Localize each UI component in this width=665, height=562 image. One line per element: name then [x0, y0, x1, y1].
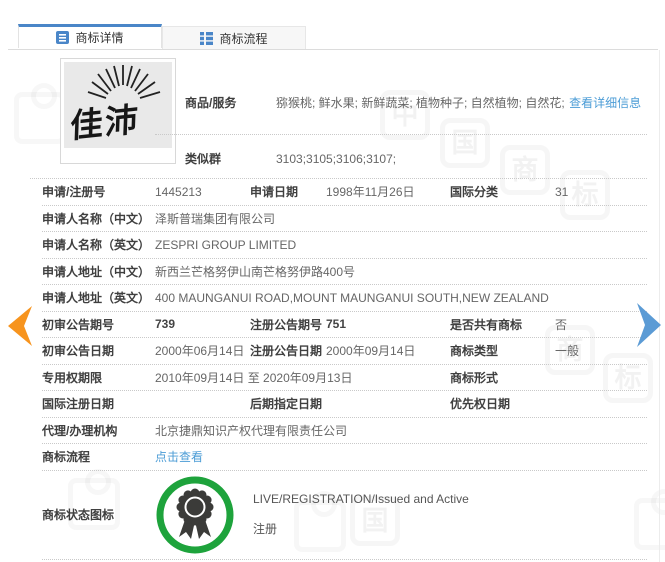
table-row: 初审公告日期 2000年06月14日 注册公告日期 2000年09月14日 商标… [42, 338, 647, 365]
field-value: 751 [326, 317, 347, 332]
field-label: 申请人地址（英文） [42, 291, 151, 306]
field-value: 一般 [555, 344, 580, 359]
similar-group-value: 3103;3105;3106;3107; [276, 152, 397, 166]
field-label: 后期指定日期 [250, 397, 323, 412]
field-label: 注册公告期号 [250, 317, 323, 332]
field-label: 国际注册日期 [42, 397, 115, 412]
tab-label: 商标详情 [75, 31, 124, 45]
trademark-logo-text: 佳沛 [69, 99, 141, 146]
field-value: 1445213 [155, 184, 202, 199]
view-details-link[interactable]: 查看详细信息 [569, 96, 641, 110]
field-label: 优先权日期 [450, 397, 511, 412]
dotted-divider [155, 134, 647, 135]
field-value: 2000年09月14日 [326, 344, 416, 359]
previous-arrow-button[interactable] [5, 305, 33, 347]
field-value: 否 [555, 317, 568, 332]
field-label: 代理/办理机构 [42, 423, 118, 438]
status-line1: LIVE/REGISTRATION/Issued and Active [253, 492, 469, 506]
table-row: 申请人地址（英文） 400 MAUNGANUI ROAD,MOUNT MAUNG… [42, 285, 647, 312]
status-text: LIVE/REGISTRATION/Issued and Active 注册 [253, 492, 469, 537]
field-value: 739 [155, 317, 176, 332]
trademark-image: 佳沛 [60, 58, 176, 164]
table-row: 初审公告期号 739 注册公告期号 751 是否共有商标 否 [42, 312, 647, 338]
field-label: 国际分类 [450, 185, 499, 200]
field-label: 商标流程 [42, 450, 91, 465]
document-icon [56, 31, 70, 44]
field-value: ZESPRI GROUP LIMITED [155, 237, 297, 252]
goods-services-label: 商品/服务 [185, 96, 237, 110]
field-label: 申请日期 [250, 185, 299, 200]
field-label: 申请人地址（中文） [42, 264, 151, 279]
status-row: 商标状态图标 LIVE/REGISTRATION/Issued and Acti… [42, 471, 647, 560]
tab-trademark-process[interactable]: 商标流程 [162, 26, 306, 49]
top-section: 佳沛 商品/服务 猕猴桃; 鲜水果; 新鲜蔬菜; 植物种子; 自然植物; 自然花;… [30, 50, 647, 179]
field-label: 申请人名称（英文） [42, 238, 151, 253]
goods-services-row: 商品/服务 猕猴桃; 鲜水果; 新鲜蔬菜; 植物种子; 自然植物; 自然花; 查看… [185, 94, 641, 112]
field-value: 1998年11月26日 [326, 185, 415, 200]
field-label: 商标形式 [450, 370, 499, 385]
field-value: 31 [555, 184, 569, 199]
field-label: 申请人名称（中文） [42, 211, 151, 226]
table-row: 申请人名称（中文） 泽斯普瑞集团有限公司 [42, 206, 647, 232]
field-value: 泽斯普瑞集团有限公司 [155, 211, 276, 226]
field-label: 注册公告日期 [250, 344, 323, 359]
field-label: 是否共有商标 [450, 317, 523, 332]
field-label: 申请/注册号 [42, 185, 106, 200]
field-value: 2010年09月14日 至 2020年09月13日 [155, 370, 353, 385]
table-row: 申请/注册号 1445213 申请日期 1998年11月26日 国际分类 31 [42, 179, 647, 206]
next-arrow-button[interactable] [636, 302, 664, 348]
table-row: 申请人地址（中文） 新西兰芒格努伊山南芒格努伊路400号 [42, 259, 647, 285]
registered-badge-icon [156, 476, 234, 553]
trademark-detail-page: 中 国 商 标 商 标 国 商标详情 商标流程 佳沛 商品/服务 猕猴桃; 鲜水… [0, 0, 665, 562]
similar-group-label: 类似群 [185, 152, 222, 166]
tabs-bar: 商标详情 商标流程 [18, 24, 306, 49]
table-row: 专用权期限 2010年09月14日 至 2020年09月13日 商标形式 [42, 365, 647, 391]
field-label: 初审公告期号 [42, 317, 115, 332]
trademark-image-canvas: 佳沛 [64, 62, 172, 148]
click-to-view-link[interactable]: 点击查看 [155, 450, 203, 464]
list-icon [200, 31, 214, 45]
field-value: 北京捷鼎知识产权代理有限责任公司 [155, 423, 348, 438]
field-value: 2000年06月14日 [155, 344, 245, 359]
field-label: 专用权期限 [42, 370, 103, 385]
tab-label: 商标流程 [219, 31, 268, 46]
field-value: 新西兰芒格努伊山南芒格努伊路400号 [155, 264, 356, 279]
status-icon-label: 商标状态图标 [42, 508, 115, 522]
table-row: 商标流程 点击查看 [42, 444, 647, 471]
table-row: 国际注册日期 后期指定日期 优先权日期 [42, 391, 647, 418]
field-label: 初审公告日期 [42, 344, 115, 359]
status-line2: 注册 [253, 522, 278, 536]
goods-services-value: 猕猴桃; 鲜水果; 新鲜蔬菜; 植物种子; 自然植物; 自然花; [276, 96, 565, 110]
field-label: 商标类型 [450, 344, 499, 359]
tab-trademark-detail[interactable]: 商标详情 [18, 24, 162, 48]
field-value: 400 MAUNGANUI ROAD,MOUNT MAUNGANUI SOUTH… [155, 290, 549, 305]
similar-group-row: 类似群 3103;3105;3106;3107; [185, 150, 396, 168]
table-row: 代理/办理机构 北京捷鼎知识产权代理有限责任公司 [42, 418, 647, 444]
detail-panel: 佳沛 商品/服务 猕猴桃; 鲜水果; 新鲜蔬菜; 植物种子; 自然植物; 自然花;… [30, 50, 647, 560]
table-row: 申请人名称（英文） ZESPRI GROUP LIMITED [42, 232, 647, 259]
